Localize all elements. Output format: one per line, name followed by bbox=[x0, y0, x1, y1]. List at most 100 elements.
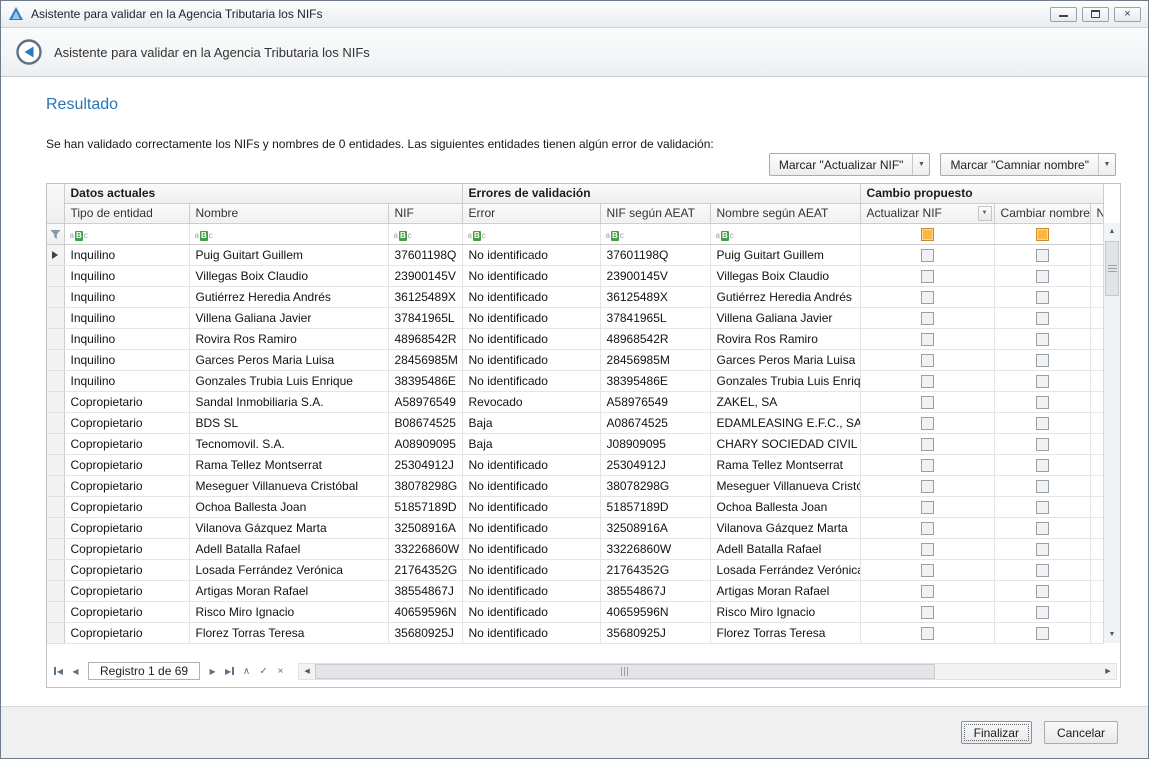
cambiar-nombre-checkbox[interactable] bbox=[1036, 627, 1049, 640]
horizontal-scrollbar-track[interactable] bbox=[315, 664, 1100, 679]
column-nif-segun-aeat[interactable]: NIF según AEAT bbox=[600, 203, 710, 223]
table-row[interactable]: Inquilino Garces Peros Maria Luisa 28456… bbox=[47, 349, 1103, 370]
vertical-scrollbar-thumb[interactable] bbox=[1105, 241, 1119, 296]
filter-cell-nombre[interactable]: aBc bbox=[189, 223, 388, 244]
actualizar-nif-checkbox[interactable] bbox=[921, 312, 934, 325]
table-row[interactable]: Copropietario Vilanova Gázquez Marta 325… bbox=[47, 517, 1103, 538]
cambiar-nombre-checkbox[interactable] bbox=[1036, 606, 1049, 619]
dropdown-arrow-icon[interactable]: ▼ bbox=[1098, 154, 1115, 175]
column-dropdown-icon[interactable]: ▼ bbox=[978, 206, 992, 221]
cambiar-nombre-filter-checkbox[interactable] bbox=[1036, 228, 1049, 241]
actualizar-nif-checkbox[interactable] bbox=[921, 333, 934, 346]
nav-first-button[interactable]: ◀ bbox=[51, 663, 66, 679]
cambiar-nombre-checkbox[interactable] bbox=[1036, 459, 1049, 472]
actualizar-nif-checkbox[interactable] bbox=[921, 249, 934, 262]
actualizar-nif-checkbox[interactable] bbox=[921, 564, 934, 577]
maximize-button[interactable] bbox=[1082, 7, 1109, 22]
table-row[interactable]: Copropietario Meseguer Villanueva Cristó… bbox=[47, 475, 1103, 496]
actualizar-nif-checkbox[interactable] bbox=[921, 522, 934, 535]
column-nombre-segun-aeat[interactable]: Nombre según AEAT bbox=[710, 203, 860, 223]
table-row[interactable]: Copropietario Tecnomovil. S.A. A08909095… bbox=[47, 433, 1103, 454]
actualizar-nif-checkbox[interactable] bbox=[921, 543, 934, 556]
column-nombre[interactable]: Nombre bbox=[189, 203, 388, 223]
cambiar-nombre-checkbox[interactable] bbox=[1036, 249, 1049, 262]
scroll-left-icon[interactable]: ◀ bbox=[299, 664, 315, 679]
nav-next-button[interactable]: ▶ bbox=[205, 663, 220, 679]
table-row[interactable]: Copropietario Losada Ferrández Verónica … bbox=[47, 559, 1103, 580]
actualizar-nif-checkbox[interactable] bbox=[921, 627, 934, 640]
nav-cancel-edit-button[interactable]: × bbox=[273, 663, 288, 679]
cambiar-nombre-checkbox[interactable] bbox=[1036, 396, 1049, 409]
filter-cell-error[interactable]: aBc bbox=[462, 223, 600, 244]
table-row[interactable]: Copropietario Sandal Inmobiliaria S.A. A… bbox=[47, 391, 1103, 412]
cambiar-nombre-checkbox[interactable] bbox=[1036, 480, 1049, 493]
scroll-right-icon[interactable]: ▶ bbox=[1100, 664, 1116, 679]
filter-cell-tipo[interactable]: aBc bbox=[64, 223, 189, 244]
nav-post-button[interactable]: ✓ bbox=[256, 663, 271, 679]
table-row[interactable]: Inquilino Villegas Boix Claudio 23900145… bbox=[47, 265, 1103, 286]
actualizar-nif-checkbox[interactable] bbox=[921, 375, 934, 388]
nav-edit-button[interactable]: ∧ bbox=[239, 663, 254, 679]
cambiar-nombre-checkbox[interactable] bbox=[1036, 585, 1049, 598]
actualizar-nif-checkbox[interactable] bbox=[921, 396, 934, 409]
dropdown-arrow-icon[interactable]: ▼ bbox=[912, 154, 929, 175]
cambiar-nombre-checkbox[interactable] bbox=[1036, 291, 1049, 304]
table-row[interactable]: Copropietario Florez Torras Teresa 35680… bbox=[47, 622, 1103, 643]
cambiar-nombre-checkbox[interactable] bbox=[1036, 354, 1049, 367]
table-row[interactable]: Inquilino Villena Galiana Javier 3784196… bbox=[47, 307, 1103, 328]
cambiar-nombre-checkbox[interactable] bbox=[1036, 522, 1049, 535]
actualizar-nif-checkbox[interactable] bbox=[921, 417, 934, 430]
close-button[interactable]: × bbox=[1114, 7, 1141, 22]
filter-cell-cambiar-nombre[interactable] bbox=[994, 223, 1090, 244]
filter-cell-actualizar-nif[interactable] bbox=[860, 223, 994, 244]
table-row[interactable]: Copropietario Adell Batalla Rafael 33226… bbox=[47, 538, 1103, 559]
column-error[interactable]: Error bbox=[462, 203, 600, 223]
finalizar-button[interactable]: Finalizar bbox=[961, 721, 1032, 744]
scroll-up-icon[interactable]: ▲ bbox=[1104, 223, 1120, 240]
nav-prev-button[interactable]: ◀ bbox=[68, 663, 83, 679]
table-row[interactable]: Copropietario Risco Miro Ignacio 4065959… bbox=[47, 601, 1103, 622]
cambiar-nombre-checkbox[interactable] bbox=[1036, 270, 1049, 283]
band-errores-validacion[interactable]: Errores de validación bbox=[462, 184, 860, 203]
band-cambio-propuesto[interactable]: Cambio propuesto bbox=[860, 184, 1103, 203]
filter-cell-no[interactable] bbox=[1090, 223, 1103, 244]
actualizar-nif-checkbox[interactable] bbox=[921, 585, 934, 598]
cambiar-nombre-checkbox[interactable] bbox=[1036, 333, 1049, 346]
filter-cell-nombre-aeat[interactable]: aBc bbox=[710, 223, 860, 244]
cancelar-button[interactable]: Cancelar bbox=[1044, 721, 1118, 744]
cambiar-nombre-checkbox[interactable] bbox=[1036, 501, 1049, 514]
horizontal-scrollbar[interactable]: ◀ ▶ bbox=[298, 663, 1117, 680]
cambiar-nombre-checkbox[interactable] bbox=[1036, 564, 1049, 577]
scroll-down-icon[interactable]: ▼ bbox=[1104, 626, 1120, 643]
table-row[interactable]: Copropietario BDS SL B08674525 Baja A086… bbox=[47, 412, 1103, 433]
cambiar-nombre-checkbox[interactable] bbox=[1036, 375, 1049, 388]
actualizar-nif-checkbox[interactable] bbox=[921, 354, 934, 367]
cambiar-nombre-checkbox[interactable] bbox=[1036, 438, 1049, 451]
horizontal-scrollbar-thumb[interactable] bbox=[315, 664, 935, 679]
band-datos-actuales[interactable]: Datos actuales bbox=[64, 184, 462, 203]
table-row[interactable]: Copropietario Rama Tellez Montserrat 253… bbox=[47, 454, 1103, 475]
nav-last-button[interactable]: ▶ bbox=[222, 663, 237, 679]
actualizar-nif-checkbox[interactable] bbox=[921, 606, 934, 619]
column-tipo-entidad[interactable]: Tipo de entidad bbox=[64, 203, 189, 223]
back-icon[interactable] bbox=[15, 38, 43, 66]
actualizar-nif-filter-checkbox[interactable] bbox=[921, 228, 934, 241]
table-row[interactable]: Inquilino Puig Guitart Guillem 37601198Q… bbox=[47, 244, 1103, 265]
actualizar-nif-checkbox[interactable] bbox=[921, 270, 934, 283]
mark-cambiar-nombre-button[interactable]: Marcar "Camniar nombre" ▼ bbox=[940, 153, 1116, 176]
vertical-scrollbar[interactable]: ▲ ▼ bbox=[1103, 223, 1120, 643]
filter-cell-nif-aeat[interactable]: aBc bbox=[600, 223, 710, 244]
actualizar-nif-checkbox[interactable] bbox=[921, 480, 934, 493]
minimize-button[interactable] bbox=[1050, 7, 1077, 22]
actualizar-nif-checkbox[interactable] bbox=[921, 501, 934, 514]
actualizar-nif-checkbox[interactable] bbox=[921, 291, 934, 304]
actualizar-nif-checkbox[interactable] bbox=[921, 438, 934, 451]
cambiar-nombre-checkbox[interactable] bbox=[1036, 417, 1049, 430]
table-row[interactable]: Inquilino Rovira Ros Ramiro 48968542R No… bbox=[47, 328, 1103, 349]
column-nif[interactable]: NIF bbox=[388, 203, 462, 223]
mark-actualizar-nif-button[interactable]: Marcar "Actualizar NIF" ▼ bbox=[769, 153, 931, 176]
filter-cell-nif[interactable]: aBc bbox=[388, 223, 462, 244]
table-row[interactable]: Inquilino Gutiérrez Heredia Andrés 36125… bbox=[47, 286, 1103, 307]
column-actualizar-nif[interactable]: Actualizar NIF ▼ bbox=[860, 203, 994, 223]
table-row[interactable]: Copropietario Artigas Moran Rafael 38554… bbox=[47, 580, 1103, 601]
